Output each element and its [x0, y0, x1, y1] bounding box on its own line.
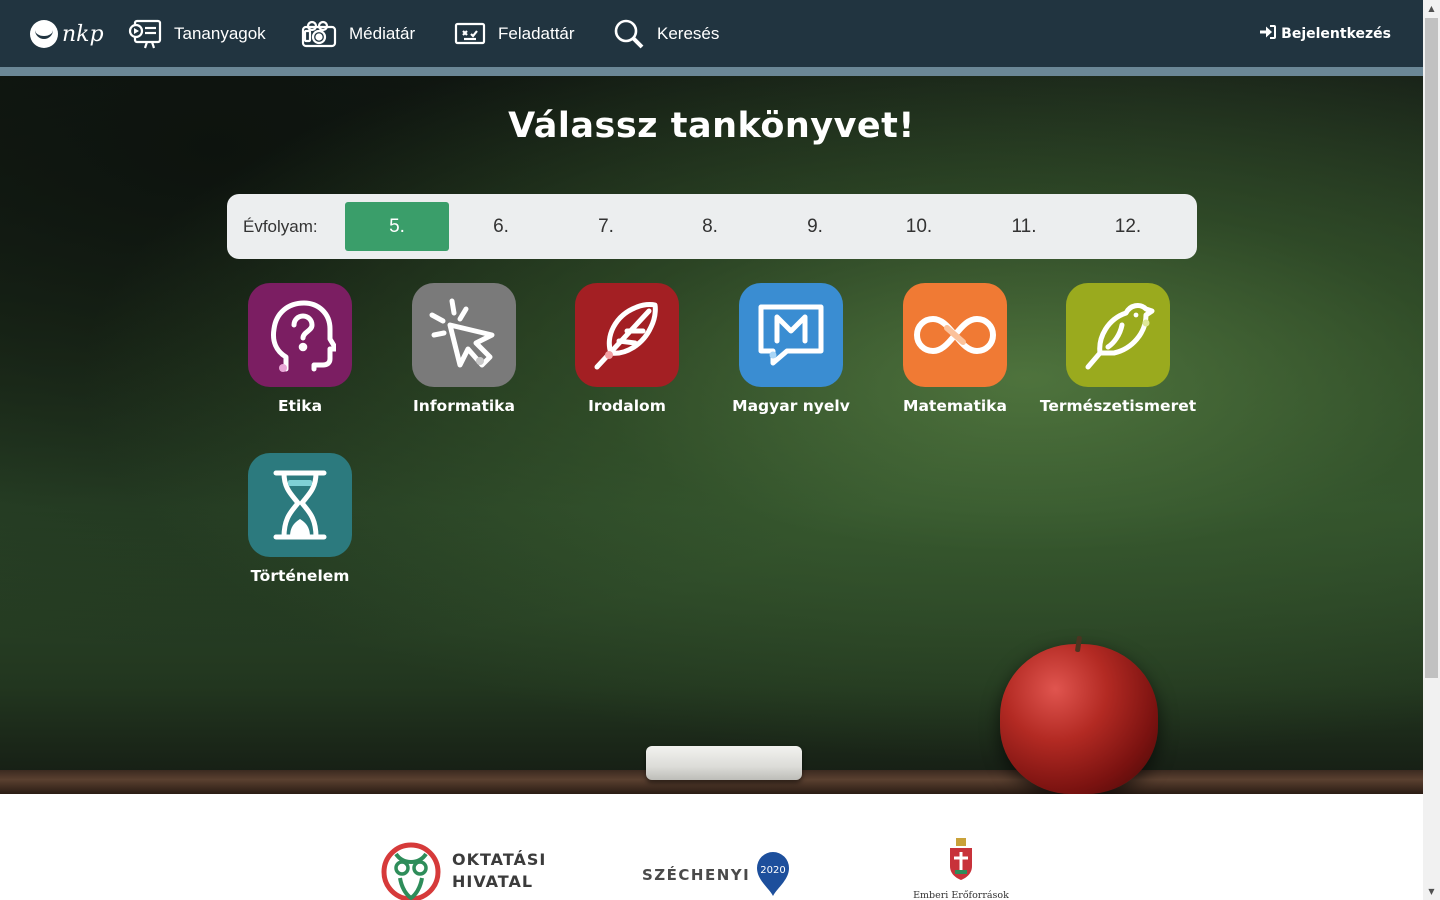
grade-button-10[interactable]: 10.: [867, 202, 971, 251]
subject-label: Informatika: [413, 397, 515, 415]
subject-label: Irodalom: [588, 397, 666, 415]
page-title: Válassz tankönyvet!: [508, 106, 915, 146]
map-pin-icon: 2020: [752, 848, 794, 900]
szechenyi-2020-logo[interactable]: SZÉCHENYI 2020: [642, 848, 794, 900]
page-scrollbar[interactable]: ▲ ▼: [1423, 0, 1440, 900]
bird-icon: [1066, 283, 1170, 387]
cursor-click-icon: [412, 283, 516, 387]
grade-button-5[interactable]: 5.: [345, 202, 449, 251]
emberi-eroforrasok-logo[interactable]: Emberi Erőforrások: [910, 838, 1012, 900]
feather-quill-icon: [575, 283, 679, 387]
textbook-chooser-hero: Válassz tankönyvet! Évfolyam: 5. 6. 7. 8…: [0, 76, 1423, 794]
oktatasi-line: OKTATÁSI: [452, 850, 547, 869]
oktatasi-hivatal-logo[interactable]: OKTATÁSI HIVATAL: [380, 838, 546, 900]
subject-label: Etika: [277, 397, 323, 415]
subject-label: Magyar nyelv: [732, 397, 850, 415]
nkp-logo-icon: [30, 20, 58, 48]
speech-bubble-m-icon: [739, 283, 843, 387]
grade-button-7[interactable]: 7.: [554, 202, 658, 251]
nkp-logo-text: nkp: [62, 21, 104, 47]
nkp-logo[interactable]: nkp: [30, 18, 104, 50]
subject-etika[interactable]: Etika: [218, 283, 382, 415]
nav-item-tananyagok[interactable]: Tananyagok: [128, 0, 266, 67]
grade-button-11[interactable]: 11.: [972, 202, 1076, 251]
scroll-down-arrow-icon[interactable]: ▼: [1423, 883, 1440, 900]
nav-item-label: Keresés: [657, 23, 720, 43]
head-question-icon: [248, 283, 352, 387]
szechenyi-text: SZÉCHENYI: [642, 866, 751, 884]
nav-item-feladattar[interactable]: Feladattár: [454, 0, 575, 67]
subject-tortenelem[interactable]: Történelem: [218, 453, 382, 585]
login-link[interactable]: Bejelentkezés: [1260, 0, 1391, 67]
subject-label: Matematika: [903, 397, 1007, 415]
grade-button-9[interactable]: 9.: [763, 202, 867, 251]
subject-magyar-nyelv[interactable]: Magyar nyelv: [709, 283, 873, 415]
hourglass-icon: [248, 453, 352, 557]
subject-label: Természetismeret: [1039, 397, 1197, 415]
nav-item-label: Feladattár: [498, 23, 575, 43]
camera-icon: [301, 20, 337, 48]
svg-text:2020: 2020: [761, 865, 786, 876]
presentation-icon: [128, 19, 162, 49]
top-navigation: nkp Tananyagok Médiatár Feladattár Keres…: [0, 0, 1423, 67]
subject-informatika[interactable]: Informatika: [382, 283, 546, 415]
infinity-icon: [903, 283, 1007, 387]
chalk-image: [646, 746, 802, 780]
task-board-icon: [454, 21, 486, 47]
grade-label: Évfolyam:: [243, 217, 318, 236]
subject-termeszetismeret[interactable]: Természetismeret: [1036, 283, 1200, 415]
nav-item-mediatar[interactable]: Médiatár: [301, 0, 415, 67]
apple-image: [1000, 644, 1158, 794]
owl-icon: [380, 838, 442, 900]
oktatasi-hivatal-text: OKTATÁSI HIVATAL: [452, 849, 546, 893]
nav-item-kereses[interactable]: Keresés: [613, 0, 719, 67]
grade-selector: Évfolyam: 5. 6. 7. 8. 9. 10. 11. 12.: [227, 194, 1197, 259]
grade-button-8[interactable]: 8.: [658, 202, 762, 251]
subject-irodalom[interactable]: Irodalom: [545, 283, 709, 415]
grade-button-12[interactable]: 12.: [1076, 202, 1180, 251]
sign-in-icon: [1260, 24, 1277, 43]
emberi-eroforrasok-text: Emberi Erőforrások: [913, 890, 1009, 900]
nav-item-label: Médiatár: [349, 23, 416, 43]
subject-label: Történelem: [250, 567, 350, 585]
login-label: Bejelentkezés: [1281, 25, 1391, 42]
grade-button-6[interactable]: 6.: [449, 202, 553, 251]
nav-item-label: Tananyagok: [174, 23, 266, 43]
footer-logos: OKTATÁSI HIVATAL SZÉCHENYI 2020 Emberi E…: [0, 794, 1423, 900]
subject-matematika[interactable]: Matematika: [873, 283, 1037, 415]
scroll-up-arrow-icon[interactable]: ▲: [1423, 0, 1440, 17]
search-icon: [613, 18, 645, 50]
nav-divider: [0, 67, 1423, 76]
hivatal-line: HIVATAL: [452, 872, 534, 891]
coat-of-arms-icon: [948, 838, 974, 886]
scroll-thumb[interactable]: [1425, 18, 1438, 678]
